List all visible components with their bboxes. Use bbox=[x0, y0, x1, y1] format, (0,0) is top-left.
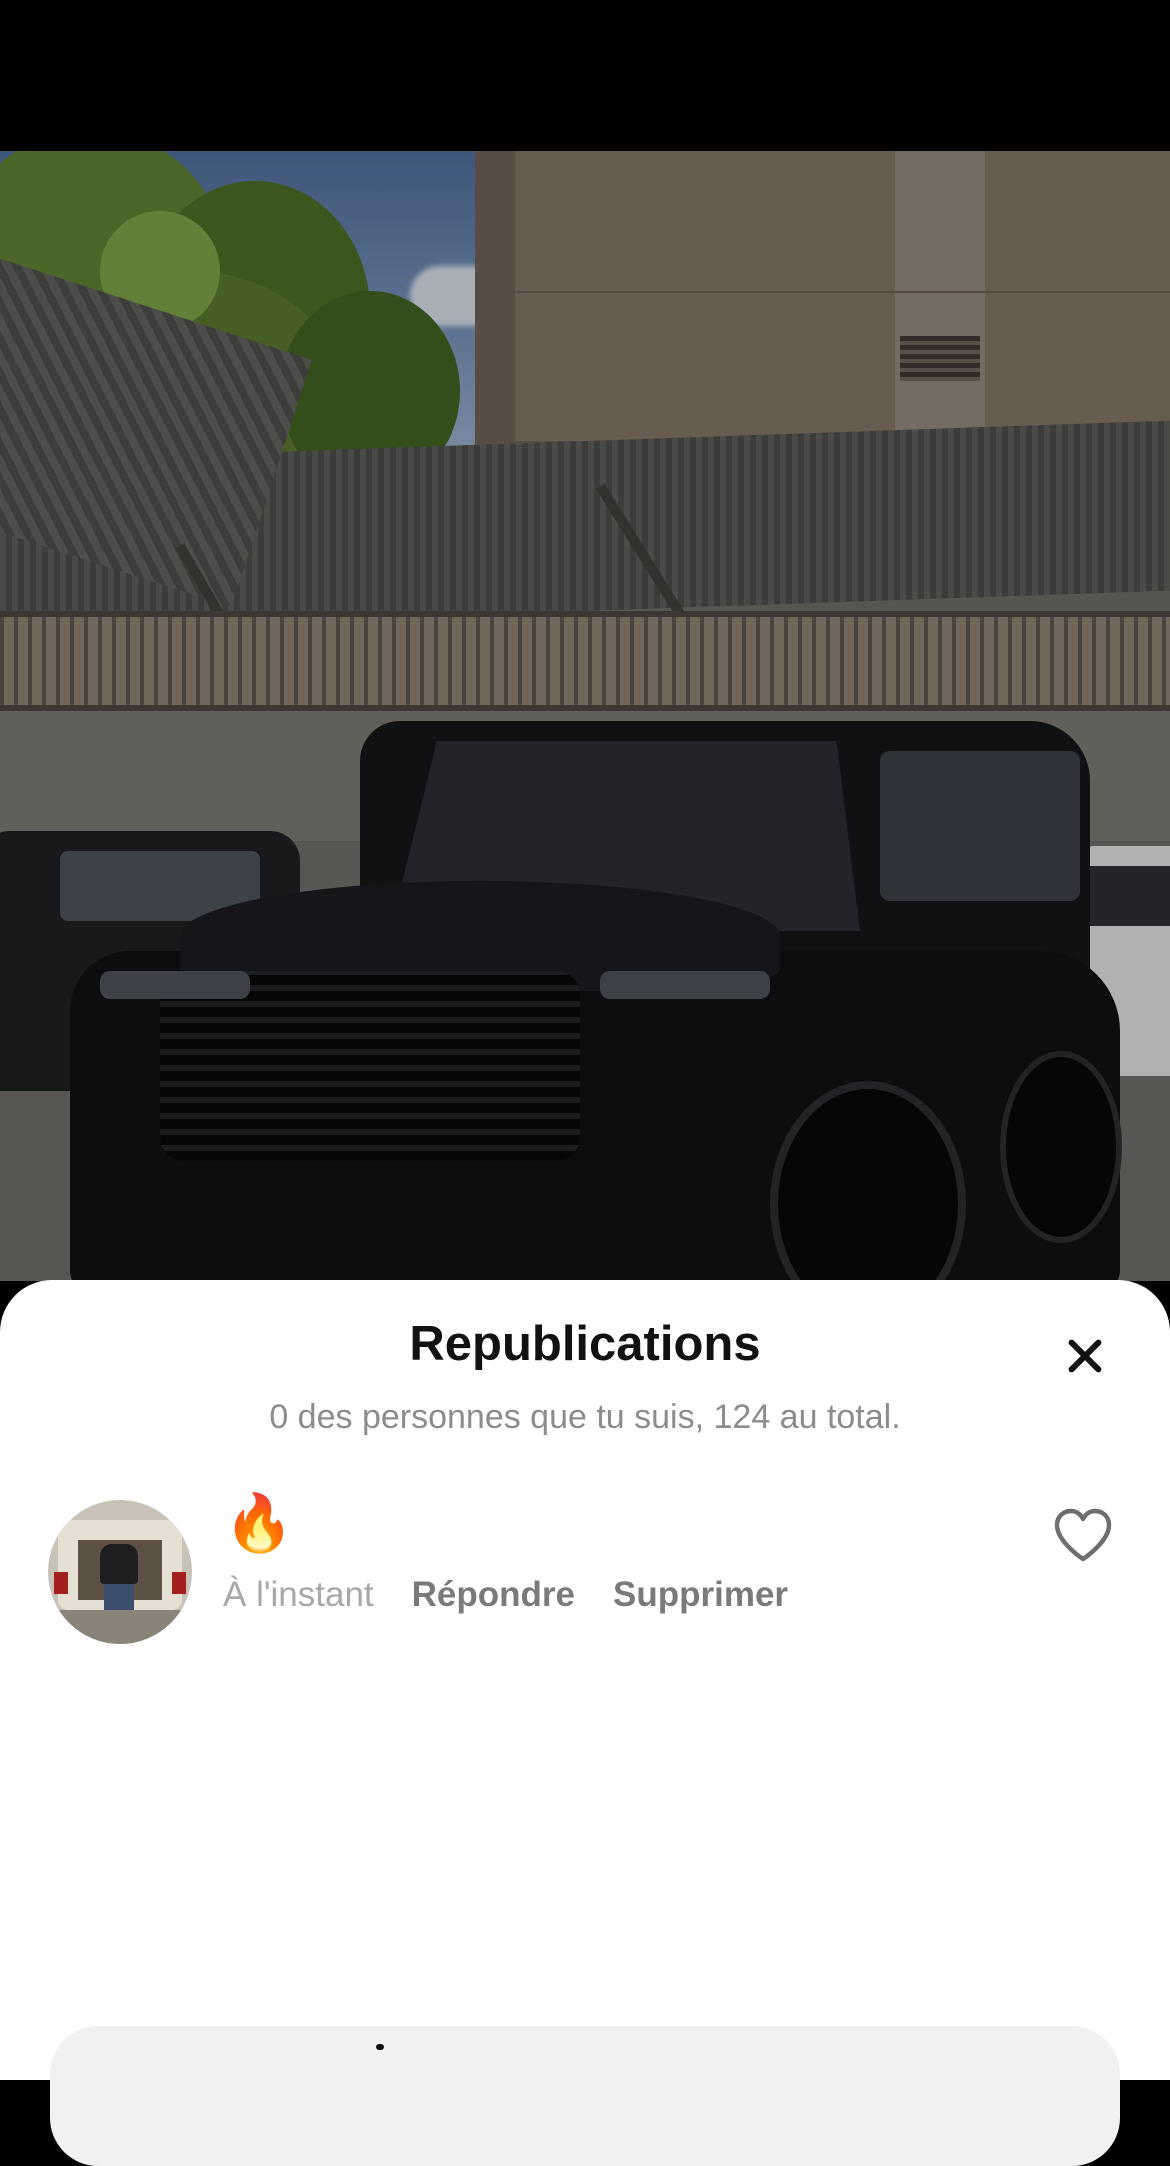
close-icon[interactable] bbox=[1055, 1326, 1115, 1386]
timestamp: À l'instant bbox=[223, 1575, 374, 1614]
sheet-title: Republications bbox=[409, 1317, 761, 1371]
comment-input-bar[interactable] bbox=[50, 2026, 1120, 2166]
delete-button[interactable]: Supprimer bbox=[613, 1575, 788, 1615]
reposts-sheet: Republications 0 des personnes que tu su… bbox=[0, 1280, 1170, 2166]
list-item: 🔥 À l'instant Répondre Supprimer bbox=[0, 1495, 1170, 1645]
status-bar bbox=[0, 0, 1170, 151]
heart-icon[interactable] bbox=[1052, 1507, 1114, 1563]
repost-comment-text: 🔥 bbox=[224, 1491, 294, 1554]
sheet-subtitle: 0 des personnes que tu suis, 124 au tota… bbox=[269, 1398, 901, 1436]
reply-button[interactable]: Répondre bbox=[412, 1575, 575, 1615]
repost-meta: À l'instant Répondre Supprimer bbox=[223, 1575, 788, 1615]
avatar[interactable] bbox=[48, 1500, 192, 1644]
background-video-frame bbox=[0, 151, 1170, 1281]
